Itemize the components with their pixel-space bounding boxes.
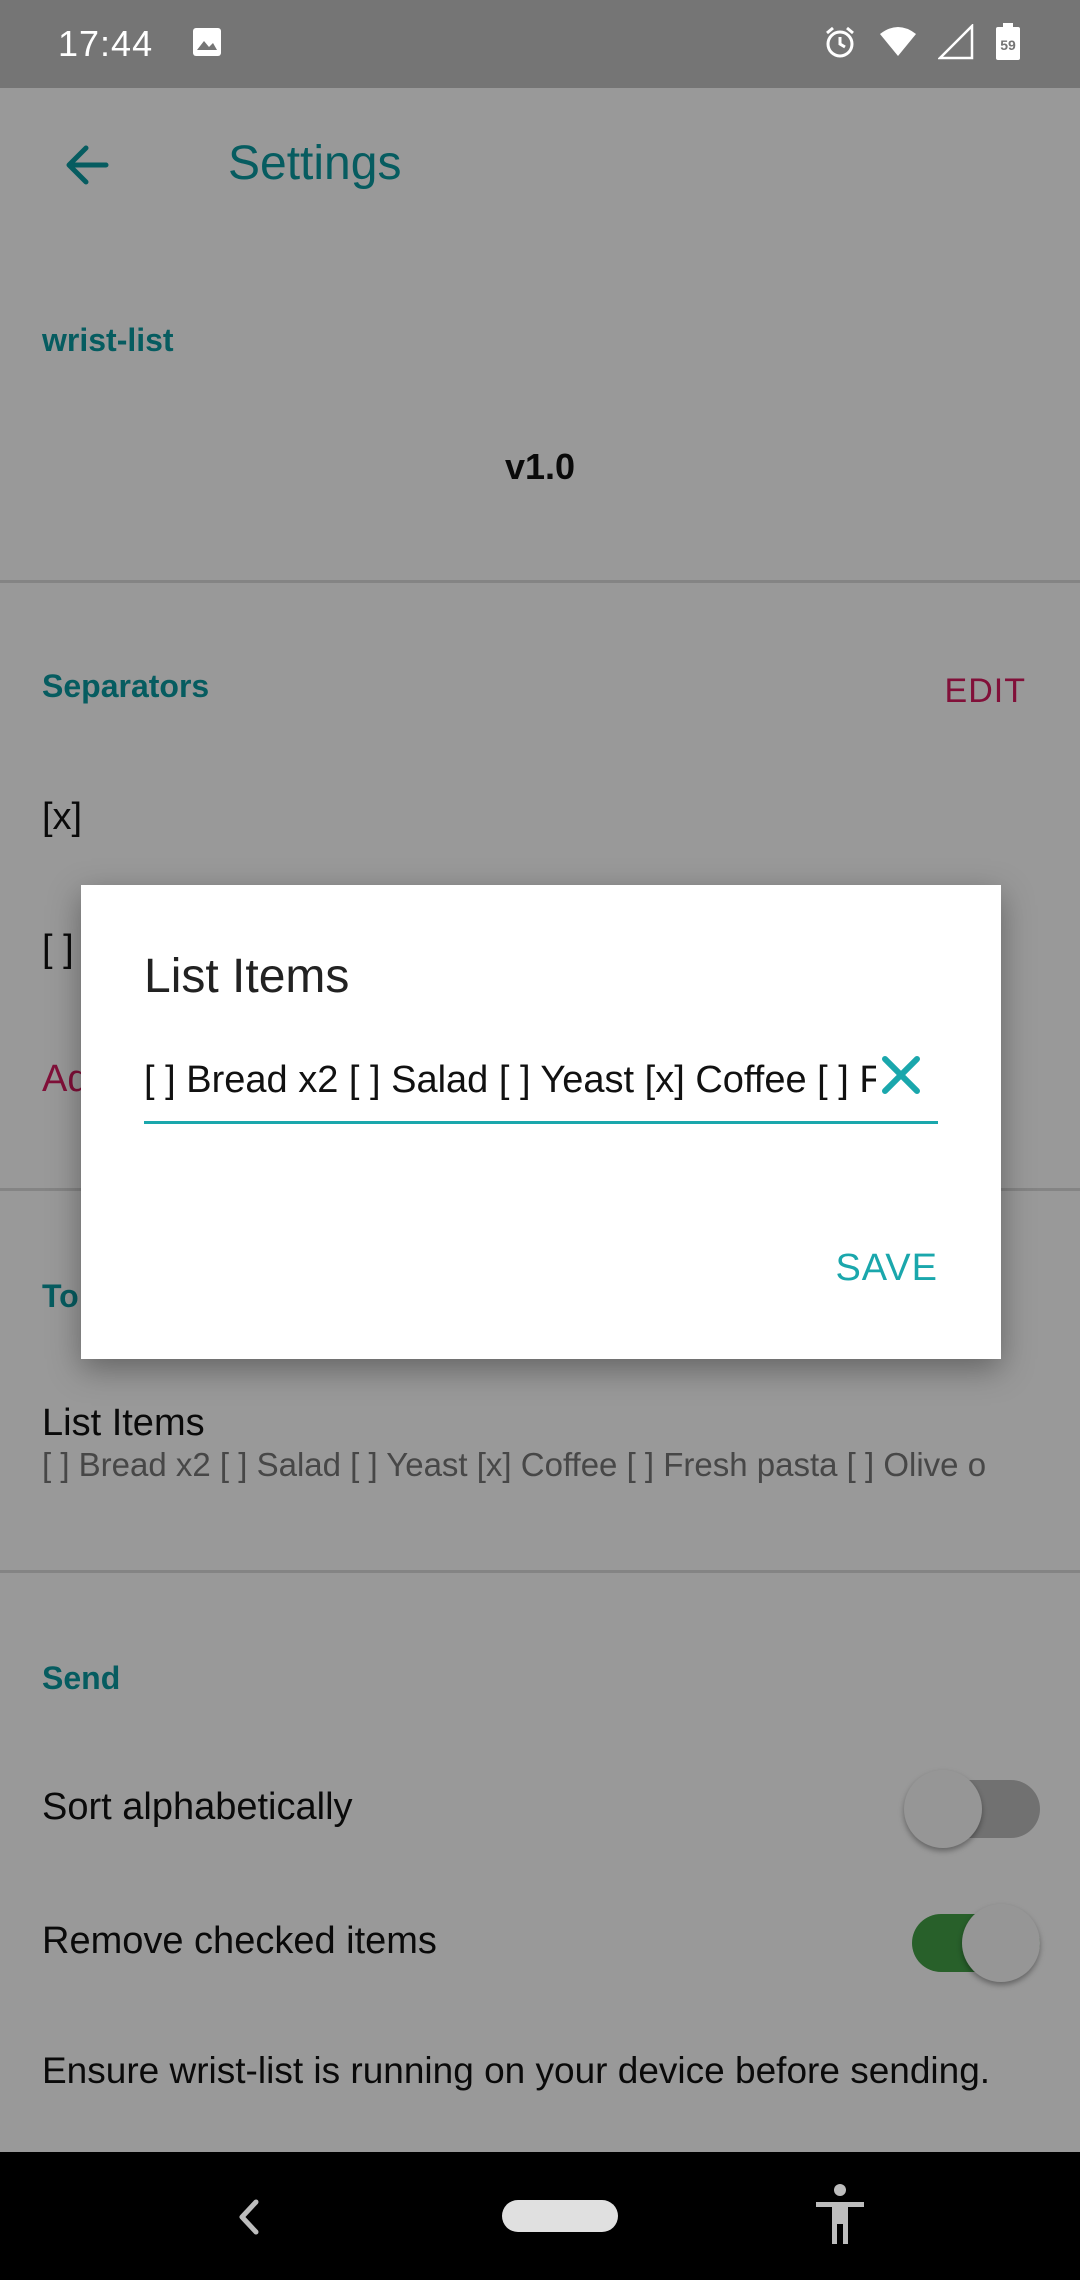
nav-home-button[interactable] bbox=[502, 2200, 618, 2232]
alarm-icon bbox=[822, 24, 858, 65]
image-icon bbox=[191, 26, 223, 63]
list-items-input[interactable] bbox=[144, 1055, 876, 1105]
signal-icon bbox=[936, 22, 974, 65]
dialog-title: List Items bbox=[144, 950, 350, 1003]
status-time: 17:44 bbox=[58, 23, 154, 64]
wifi-icon bbox=[878, 24, 918, 65]
save-button[interactable]: SAVE bbox=[835, 1247, 938, 1290]
clear-input-button[interactable] bbox=[871, 1045, 931, 1105]
status-bar: 17:44 59 bbox=[0, 0, 1080, 88]
svg-text:59: 59 bbox=[1000, 37, 1016, 53]
accessibility-icon bbox=[816, 2184, 864, 2244]
input-underline bbox=[144, 1121, 938, 1124]
battery-icon: 59 bbox=[994, 22, 1022, 67]
accessibility-button[interactable] bbox=[810, 2182, 870, 2248]
screen: 17:44 59 Settings wrist-list v1.0 Separa… bbox=[0, 0, 1080, 2280]
close-icon bbox=[882, 1056, 920, 1094]
navigation-bar bbox=[0, 2152, 1080, 2280]
status-icons: 59 bbox=[822, 22, 1022, 67]
chevron-left-icon bbox=[239, 2199, 259, 2235]
nav-back-button[interactable] bbox=[228, 2192, 268, 2242]
list-items-dialog: List Items SAVE bbox=[81, 885, 1001, 1359]
